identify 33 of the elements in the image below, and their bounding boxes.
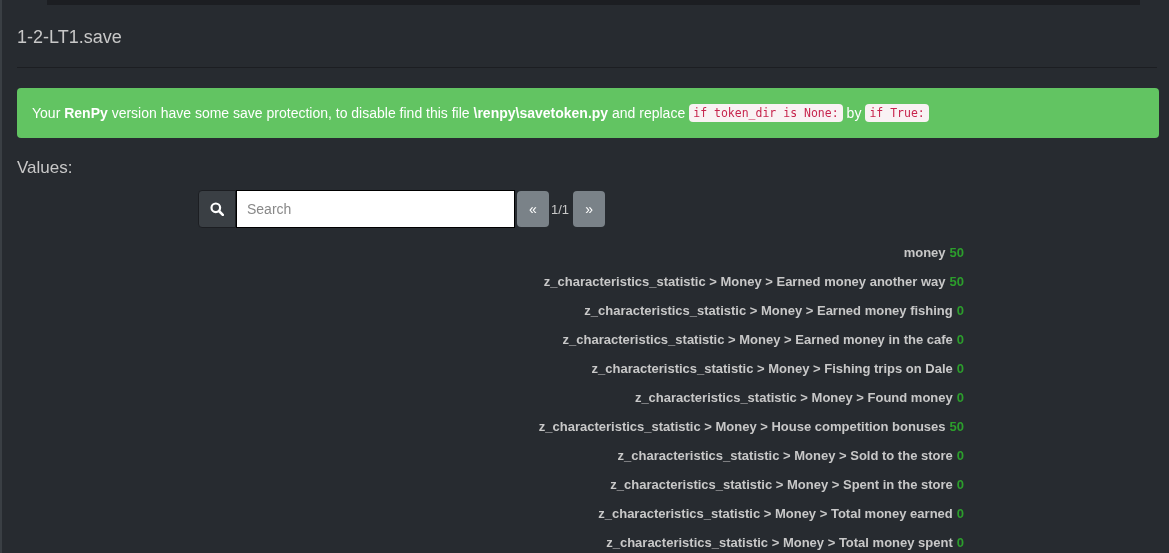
alert-text: by <box>846 105 862 121</box>
value-name: z_characteristics_statistic > Money > Found money <box>634 390 953 405</box>
file-title: 1-2-LT1.save <box>17 26 123 49</box>
value-number: 50 <box>949 419 964 434</box>
page-indicator: 1/1 <box>550 201 571 217</box>
value-number: 0 <box>956 506 964 521</box>
value-name: z_characteristics_statistic > Money > Fishing trips on Dale <box>591 361 953 376</box>
value-number: 0 <box>956 535 964 550</box>
value-name: z_characteristics_statistic > Money > Sold to the store <box>617 448 953 463</box>
value-name: money <box>903 245 946 260</box>
value-number: 50 <box>949 274 964 289</box>
value-name: z_characteristics_statistic > Money > Earned money in the cafe <box>562 332 953 347</box>
value-number: 0 <box>956 361 964 376</box>
value-number: 0 <box>956 477 964 492</box>
search-field[interactable]: Search <box>236 190 515 228</box>
value-name: z_characteristics_statistic > Money > Earned money fishing <box>584 303 953 318</box>
alert-text: Your RenPy version have some save protection, to disable find this file \renpy\savetoken.py and replace <box>32 105 686 121</box>
previous-page-button[interactable]: « <box>517 191 549 227</box>
values-label: Values: <box>17 158 74 178</box>
value-name: z_characteristics_statistic > Money > Total money spent <box>606 535 953 550</box>
value-number: 0 <box>956 303 964 318</box>
value-number: 0 <box>956 332 964 347</box>
code-snippet: if True: <box>865 104 929 122</box>
value-name: z_characteristics_statistic > Money > Spent in the store <box>610 477 953 492</box>
value-name: z_characteristics_statistic > Money > Earned money another way <box>543 274 946 289</box>
code-snippet: if token_dir is None: <box>689 104 843 122</box>
next-page-button[interactable]: » <box>573 191 606 227</box>
value-number: 50 <box>949 245 964 260</box>
value-name: z_characteristics_statistic > Money > House competition bonuses <box>538 419 946 434</box>
value-number: 0 <box>956 448 964 463</box>
value-name: z_characteristics_statistic > Money > Total money earned <box>598 506 953 521</box>
value-number: 0 <box>956 390 964 405</box>
search-icon[interactable] <box>198 190 236 228</box>
